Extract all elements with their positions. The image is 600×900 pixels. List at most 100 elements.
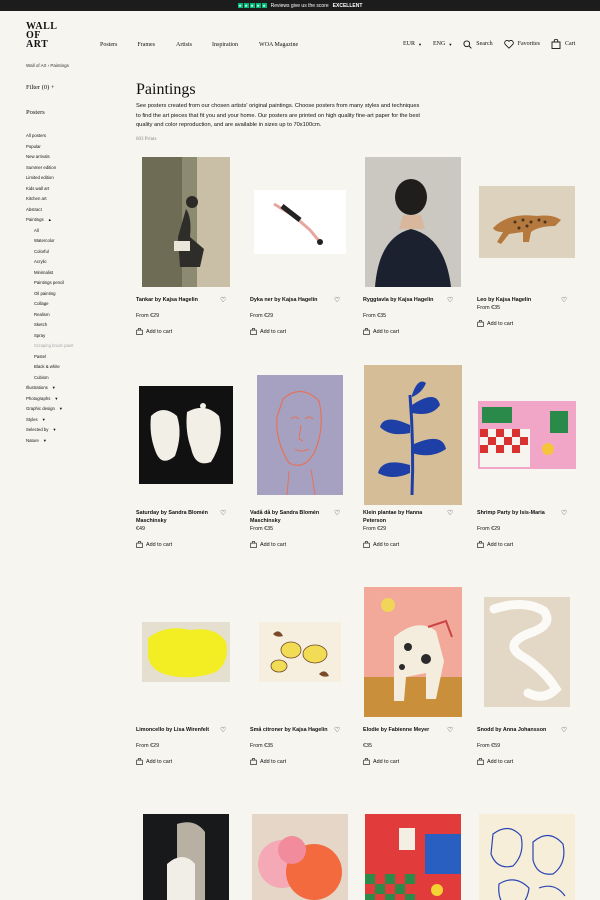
product-title[interactable]: Tankar by Kajsa Hagelin <box>136 296 214 304</box>
cart-button[interactable]: Cart <box>551 39 575 49</box>
product-title[interactable]: Dyka ner by Kajsa Hagelin <box>250 296 328 304</box>
product-image[interactable] <box>250 582 350 722</box>
add-to-cart-button[interactable]: Add to cart <box>477 320 513 327</box>
product-image[interactable] <box>477 365 577 505</box>
product-image[interactable] <box>136 796 236 900</box>
favorite-heart-icon[interactable]: ♡ <box>561 297 567 304</box>
sidebar-item-selected-by[interactable]: Selected by ▼ <box>26 425 73 436</box>
product-title[interactable]: Små citroner by Kajsa Hagelin <box>250 726 328 734</box>
add-to-cart-button[interactable]: Add to cart <box>250 758 286 765</box>
sidebar-subitem-watercolor[interactable]: Watercolor <box>26 236 73 247</box>
product-image[interactable] <box>250 152 350 292</box>
sidebar-item-illustrations[interactable]: Illustrations ▼ <box>26 383 73 394</box>
add-to-cart-button[interactable]: Add to cart <box>363 758 399 765</box>
favorite-heart-icon[interactable]: ♡ <box>220 727 226 734</box>
sidebar-subitem-all[interactable]: All <box>26 226 73 237</box>
product-image[interactable] <box>136 152 236 292</box>
nav-woa-magazine[interactable]: WOA Magazine <box>259 42 298 48</box>
favorite-heart-icon[interactable]: ♡ <box>334 727 340 734</box>
sidebar-item-kids-wall-art[interactable]: Kids wall art <box>26 184 73 195</box>
add-to-cart-button[interactable]: Add to cart <box>250 328 286 335</box>
sidebar-subitem-sketch[interactable]: Sketch <box>26 320 73 331</box>
favorite-heart-icon[interactable]: ♡ <box>561 510 567 517</box>
add-to-cart-button[interactable]: Add to cart <box>250 541 286 548</box>
nav-inspiration[interactable]: Inspiration <box>212 42 238 48</box>
sidebar-subitem-black-white[interactable]: Black & white <box>26 362 73 373</box>
sidebar-item-abstract[interactable]: Abstract <box>26 205 73 216</box>
sidebar-item-graphic-design[interactable]: Graphic design ▼ <box>26 404 73 415</box>
currency-select[interactable]: EUR ▼ <box>403 41 422 47</box>
favorite-heart-icon[interactable]: ♡ <box>447 297 453 304</box>
favorite-heart-icon[interactable]: ♡ <box>220 297 226 304</box>
favorites-button[interactable]: Favorites <box>503 39 540 49</box>
sidebar-subitem-oil-painting[interactable]: Oil painting <box>26 289 73 300</box>
add-to-cart-button[interactable]: Add to cart <box>136 328 172 335</box>
product-image[interactable] <box>136 365 236 505</box>
product-image[interactable] <box>250 796 350 900</box>
nav-artists[interactable]: Artists <box>176 42 192 48</box>
sidebar-subitem-realism[interactable]: Realism <box>26 310 73 321</box>
product-title[interactable]: Ryggtavla by Kajsa Hagelin <box>363 296 441 304</box>
product-price: From €29 <box>477 526 501 532</box>
add-to-cart-button[interactable]: Add to cart <box>477 541 513 548</box>
product-title[interactable]: Saturday by Sandra Blomén Maschinsky <box>136 509 214 525</box>
shopping-bag-icon <box>250 541 257 548</box>
header-actions: EUR ▼ ENG ▼ Search Favorites Cart <box>403 39 586 49</box>
product-image[interactable] <box>477 796 577 900</box>
add-to-cart-label: Add to cart <box>373 328 400 335</box>
product-title[interactable]: Shrimp Party by Isis-Maria <box>477 509 555 517</box>
sidebar-subitem-paintings-pencil[interactable]: Paintings pencil <box>26 278 73 289</box>
filter-toggle[interactable]: Filter (0) + <box>26 84 55 91</box>
product-title[interactable]: Elodie by Fabienne Meyer <box>363 726 441 734</box>
product-title[interactable]: Klein plantae by Hanna Peterson <box>363 509 441 525</box>
nav-frames[interactable]: Frames <box>137 42 155 48</box>
add-to-cart-button[interactable]: Add to cart <box>136 758 172 765</box>
product-image[interactable] <box>363 152 463 292</box>
nav-posters[interactable]: Posters <box>100 42 117 48</box>
favorite-heart-icon[interactable]: ♡ <box>220 510 226 517</box>
sidebar-item-kitchen-art[interactable]: Kitchen art <box>26 194 73 205</box>
sidebar-item-limited-edition[interactable]: Limited edition <box>26 173 73 184</box>
sidebar-item-photographs[interactable]: Photographs ▼ <box>26 394 73 405</box>
sidebar-subitem-cubism[interactable]: Cubism <box>26 373 73 384</box>
sidebar-item-paintings[interactable]: Paintings ▲ <box>26 215 73 226</box>
product-title[interactable]: Vadå då by Sandra Blomén Maschinsky <box>250 509 328 525</box>
favorite-heart-icon[interactable]: ♡ <box>334 297 340 304</box>
sidebar-subitem-collage[interactable]: Collage <box>26 299 73 310</box>
sidebar-item-summer-edition[interactable]: Summer edition <box>26 163 73 174</box>
language-select[interactable]: ENG ▼ <box>433 41 452 47</box>
add-to-cart-button[interactable]: Add to cart <box>477 758 513 765</box>
sidebar-subitem-pastel[interactable]: Pastel <box>26 352 73 363</box>
site-logo[interactable]: WALL OF ART <box>26 22 58 50</box>
product-image[interactable] <box>363 582 463 722</box>
product-image[interactable] <box>477 582 577 722</box>
product-title[interactable]: Snodd by Anna Johansson <box>477 726 555 734</box>
product-image[interactable] <box>363 365 463 505</box>
product-title[interactable]: Leo by Kajsa Hagelin <box>477 296 555 304</box>
sidebar-item-all-posters[interactable]: All posters <box>26 131 73 142</box>
product-image[interactable] <box>477 152 577 292</box>
sidebar-subitem-minimalist[interactable]: Minimalist <box>26 268 73 279</box>
product-image[interactable] <box>136 582 236 722</box>
sidebar-item-popular[interactable]: Popular <box>26 142 73 153</box>
sidebar-item-nature[interactable]: Nature ▼ <box>26 436 73 447</box>
product-title[interactable]: Limoncello by Lisa Wirenfelt <box>136 726 214 734</box>
add-to-cart-button[interactable]: Add to cart <box>363 541 399 548</box>
favorite-heart-icon[interactable]: ♡ <box>447 510 453 517</box>
breadcrumb-home[interactable]: Wall of Art <box>26 63 46 68</box>
search-button[interactable]: Search <box>463 39 493 49</box>
product-image[interactable] <box>363 796 463 900</box>
reviews-banner[interactable]: ★ ★ ★ ★ ★ Reviews give us the score EXCELLEN… <box>0 0 600 11</box>
favorite-heart-icon[interactable]: ♡ <box>561 727 567 734</box>
favorite-heart-icon[interactable]: ♡ <box>334 510 340 517</box>
add-to-cart-button[interactable]: Add to cart <box>136 541 172 548</box>
favorite-heart-icon[interactable]: ♡ <box>447 727 453 734</box>
add-to-cart-button[interactable]: Add to cart <box>363 328 399 335</box>
sidebar-subitem-colorful[interactable]: Colorful <box>26 247 73 258</box>
sidebar-item-new-arrivals[interactable]: New arrivals <box>26 152 73 163</box>
sidebar-subitem-scraping[interactable]: Scraping brush paint <box>26 341 73 352</box>
sidebar-subitem-acrylic[interactable]: Acrylic <box>26 257 73 268</box>
sidebar-item-styles[interactable]: Styles ▼ <box>26 415 73 426</box>
sidebar-subitem-spray[interactable]: Spray <box>26 331 73 342</box>
product-image[interactable] <box>250 365 350 505</box>
